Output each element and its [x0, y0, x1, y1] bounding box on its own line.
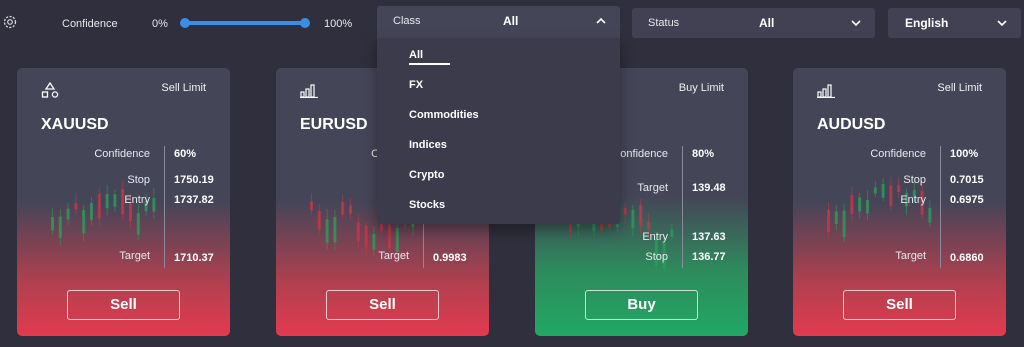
class-option-stocks[interactable]: Stocks: [409, 199, 445, 211]
gear-icon[interactable]: [2, 14, 18, 30]
stop-label: Stop: [903, 174, 926, 186]
candle-body: [310, 201, 313, 211]
candle-body: [349, 205, 352, 214]
candle-body: [152, 197, 156, 212]
candle-body: [372, 233, 376, 250]
price-axis: [682, 146, 683, 268]
confidence-range-slider[interactable]: [180, 18, 310, 28]
confidence-label: Confidence: [870, 148, 926, 160]
status-select[interactable]: Status All: [632, 8, 875, 38]
slider-max-handle[interactable]: [300, 18, 310, 28]
candle-body: [395, 228, 399, 253]
price-axis: [940, 146, 941, 268]
class-option-commodities[interactable]: Commodities: [409, 109, 479, 121]
candle-body: [58, 216, 62, 239]
symbol: XAUUSD: [41, 116, 109, 133]
candlestick-chart: [51, 180, 156, 246]
sell-button[interactable]: Sell: [843, 290, 956, 320]
bar-chart-icon: [300, 84, 318, 98]
class-select-label: Class: [393, 15, 421, 27]
status-select-value: All: [759, 16, 775, 30]
candle-body: [670, 229, 674, 237]
candlestick-chart: [827, 177, 932, 242]
candle-body: [317, 210, 321, 230]
signal-card-audusd: Sell Limit AUDUSD Confidence 100% Stop 0…: [793, 68, 1006, 336]
candle-body: [364, 226, 368, 248]
price-axis: [164, 146, 165, 268]
candle-body: [129, 203, 132, 222]
candle-body: [388, 224, 391, 249]
candle-body: [66, 208, 70, 220]
entry-label: Entry: [900, 194, 926, 206]
symbol: AUDUSD: [817, 116, 886, 133]
target-label: Target: [895, 250, 926, 262]
stop-label: Stop: [127, 174, 150, 186]
class-option-crypto[interactable]: Crypto: [409, 169, 444, 181]
buy-button[interactable]: Buy: [585, 290, 698, 320]
chevron-up-icon: [596, 17, 606, 24]
order-type: Sell Limit: [161, 82, 206, 94]
symbol: EURUSD: [300, 116, 368, 133]
language-select[interactable]: English: [888, 8, 1021, 38]
class-option-all[interactable]: All: [409, 49, 423, 61]
candle-body: [842, 210, 846, 238]
entry-label: Entry: [642, 231, 668, 243]
candle-body: [647, 221, 650, 230]
target-value: 0.6860: [950, 252, 984, 264]
candle-body: [873, 187, 877, 194]
stop-label: Stop: [645, 251, 668, 263]
language-select-value: English: [905, 16, 949, 30]
candle-body: [136, 213, 140, 235]
chevron-down-icon: [997, 20, 1007, 27]
stop-value: 136.77: [692, 251, 726, 263]
candle-body: [834, 211, 838, 225]
candle-body: [631, 209, 635, 228]
confidence-max-label: 100%: [324, 18, 353, 30]
class-select[interactable]: Class All: [377, 6, 620, 38]
class-option-fx[interactable]: FX: [409, 79, 423, 91]
class-dropdown-menu: All FX Commodities Indices Crypto Stocks: [377, 38, 620, 224]
order-type: Sell Limit: [937, 82, 982, 94]
sell-button[interactable]: Sell: [326, 290, 439, 320]
candle-body: [827, 209, 830, 233]
class-option-indices[interactable]: Indices: [409, 139, 447, 151]
target-value: 139.48: [692, 182, 726, 194]
entry-value: 1737.82: [174, 194, 214, 206]
order-type: Buy Limit: [678, 82, 724, 94]
entry-value: 0.6975: [950, 194, 984, 206]
class-select-value: All: [503, 14, 519, 28]
stop-value: 0.7015: [950, 174, 984, 186]
candle-body: [639, 205, 643, 226]
candle-body: [623, 208, 627, 215]
entry-label: Entry: [124, 194, 150, 206]
candle-body: [341, 201, 345, 215]
candle-body: [356, 222, 360, 241]
candle-body: [928, 207, 932, 223]
chevron-down-icon: [851, 20, 861, 27]
target-label: Target: [119, 250, 150, 262]
selected-indicator: [409, 63, 450, 65]
confidence-value: 60%: [174, 148, 197, 160]
stop-value: 1750.19: [174, 174, 214, 186]
candle-body: [51, 217, 54, 231]
confidence-min-label: 0%: [152, 18, 168, 30]
target-label: Target: [378, 250, 409, 262]
candle-body: [325, 219, 329, 243]
bar-chart-icon: [817, 84, 835, 98]
signal-card-xauusd: Sell Limit XAUUSD Confidence 60% Stop 17…: [17, 68, 230, 336]
entry-value: 137.63: [692, 231, 726, 243]
target-value: 0.9983: [433, 252, 467, 264]
slider-min-handle[interactable]: [180, 18, 190, 28]
target-value: 1710.37: [174, 252, 214, 264]
sell-button[interactable]: Sell: [67, 290, 180, 320]
confidence-label: Confidence: [62, 18, 118, 30]
shapes-icon: [41, 82, 59, 98]
confidence-label: Confidence: [94, 148, 150, 160]
slider-track[interactable]: [185, 21, 305, 25]
candle-body: [333, 217, 337, 243]
candle-body: [82, 210, 86, 234]
confidence-value: 80%: [692, 148, 715, 160]
status-select-label: Status: [648, 17, 680, 29]
confidence-value: 100%: [950, 148, 979, 160]
